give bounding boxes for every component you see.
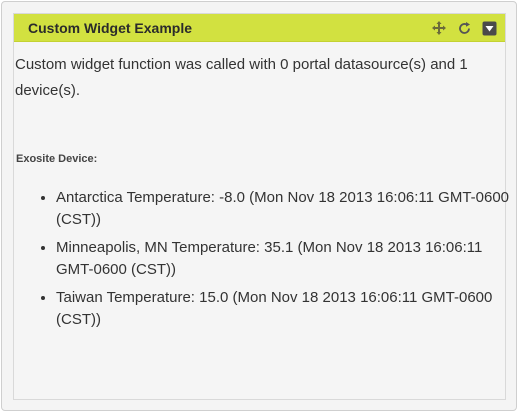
device-label: Exosite Device: [16, 153, 98, 165]
refresh-icon[interactable] [456, 20, 472, 36]
collapse-icon[interactable] [481, 20, 497, 36]
widget-title: Custom Widget Example [28, 20, 193, 36]
list-item: Antarctica Temperature: -8.0 (Mon Nov 18… [56, 187, 516, 231]
list-item: Minneapolis, MN Temperature: 35.1 (Mon N… [56, 237, 516, 281]
widget-tools [431, 19, 497, 37]
widget-content: Custom widget function was called with 0… [15, 52, 509, 328]
intro-text: Custom widget function was called with 0… [15, 56, 468, 99]
move-icon[interactable] [431, 20, 447, 36]
widget-panel: Custom Widget Example Custom widget func… [13, 13, 509, 400]
widget-frame: Custom Widget Example Custom widget func… [1, 1, 517, 411]
widget-header: Custom Widget Example [14, 14, 505, 42]
list-item: Taiwan Temperature: 15.0 (Mon Nov 18 201… [56, 287, 516, 331]
device-list: Antarctica Temperature: -8.0 (Mon Nov 18… [33, 187, 516, 337]
